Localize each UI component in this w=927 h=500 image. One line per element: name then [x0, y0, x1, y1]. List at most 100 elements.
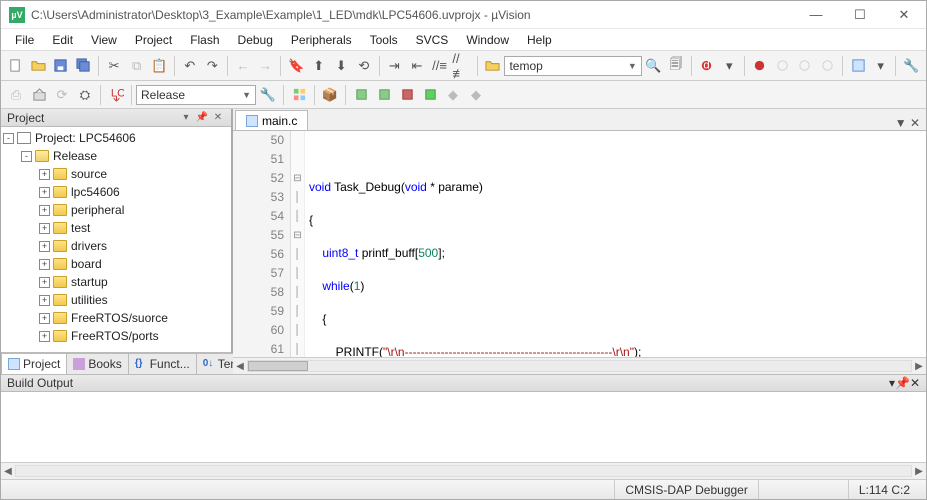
tool4-button[interactable] — [419, 84, 441, 106]
fold-gutter[interactable]: ⊟││⊟│││││││││ — [291, 131, 305, 357]
tree-folder[interactable]: +source — [1, 165, 231, 183]
breakpoint-kill-button[interactable] — [794, 55, 816, 77]
menu-project[interactable]: Project — [127, 31, 180, 49]
bookmark-prev-button[interactable]: ⬆ — [308, 55, 330, 77]
project-pane-header[interactable]: Project ▾ 📌 ✕ — [1, 109, 231, 127]
tree-root[interactable]: - Project: LPC54606 — [1, 129, 231, 147]
pane-pin-button[interactable]: 📌 — [895, 376, 910, 390]
tree-target[interactable]: - Release — [1, 147, 231, 165]
build-output-header[interactable]: Build Output ▾ 📌 ✕ — [1, 374, 926, 392]
indent-button[interactable]: ⇥ — [384, 55, 406, 77]
search-combo[interactable]: temop▼ — [504, 56, 641, 76]
breakpoint-killall-button[interactable] — [817, 55, 839, 77]
tool1-button[interactable] — [350, 84, 372, 106]
tab-project[interactable]: Project — [1, 353, 67, 374]
scroll-left-icon[interactable]: ◀ — [233, 361, 247, 372]
debug-button[interactable]: d — [696, 55, 718, 77]
pane-menu-button[interactable]: ▾ — [179, 111, 193, 125]
editor-hscrollbar[interactable]: ◀ ▶ — [233, 357, 926, 374]
code-editor[interactable]: 505152535455565758596061626364 ⊟││⊟│││││… — [233, 131, 926, 357]
project-tree[interactable]: - Project: LPC54606 - Release +source +l… — [1, 127, 231, 352]
copy-button[interactable]: ⧉ — [126, 55, 148, 77]
tree-folder[interactable]: +startup — [1, 273, 231, 291]
save-button[interactable] — [50, 55, 72, 77]
scroll-right-icon[interactable]: ▶ — [912, 361, 926, 372]
cut-button[interactable]: ✂ — [103, 55, 125, 77]
pane-close-button[interactable]: ✕ — [211, 111, 225, 125]
expand-icon[interactable]: + — [39, 205, 50, 216]
expand-icon[interactable]: + — [39, 313, 50, 324]
manage-rte-button[interactable] — [288, 84, 310, 106]
nav-back-button[interactable]: ← — [232, 55, 254, 77]
tree-folder[interactable]: +utilities — [1, 291, 231, 309]
tree-folder[interactable]: +FreeRTOS/ports — [1, 327, 231, 345]
debug-dropdown[interactable]: ▾ — [718, 55, 740, 77]
configure-button[interactable]: 🔧 — [900, 55, 922, 77]
open-file-button[interactable] — [28, 55, 50, 77]
expand-icon[interactable]: + — [39, 259, 50, 270]
bookmark-next-button[interactable]: ⬇ — [330, 55, 352, 77]
build-output-hscrollbar[interactable]: ◀ ▶ — [1, 462, 926, 479]
bookmark-clear-button[interactable]: ⟲ — [353, 55, 375, 77]
expand-icon[interactable]: + — [39, 169, 50, 180]
menu-view[interactable]: View — [83, 31, 125, 49]
tree-folder[interactable]: +FreeRTOS/suorce — [1, 309, 231, 327]
pane-pin-button[interactable]: 📌 — [195, 111, 209, 125]
tool3-button[interactable] — [396, 84, 418, 106]
build-output-body[interactable] — [1, 392, 926, 462]
scroll-thumb[interactable] — [248, 361, 308, 371]
menu-window[interactable]: Window — [458, 31, 517, 49]
scroll-track[interactable] — [15, 465, 912, 477]
redo-button[interactable]: ↷ — [202, 55, 224, 77]
maximize-button[interactable]: ☐ — [846, 7, 874, 23]
tree-folder[interactable]: +lpc54606 — [1, 183, 231, 201]
tree-folder[interactable]: +board — [1, 255, 231, 273]
find-button[interactable]: 🔍 — [643, 55, 665, 77]
tree-folder[interactable]: +peripheral — [1, 201, 231, 219]
menu-svcs[interactable]: SVCS — [408, 31, 457, 49]
expand-icon[interactable]: + — [39, 223, 50, 234]
expand-icon[interactable]: + — [39, 241, 50, 252]
paste-button[interactable]: 📋 — [148, 55, 170, 77]
uncomment-button[interactable]: //≢ — [451, 55, 473, 77]
expand-icon[interactable]: + — [39, 295, 50, 306]
breakpoint-toggle-button[interactable] — [749, 55, 771, 77]
tab-books[interactable]: Books — [66, 353, 128, 374]
scroll-track[interactable] — [247, 360, 912, 372]
menu-tools[interactable]: Tools — [362, 31, 406, 49]
expand-icon[interactable]: + — [39, 277, 50, 288]
save-all-button[interactable] — [73, 55, 95, 77]
window-layout-button[interactable] — [847, 55, 869, 77]
editor-tab-main[interactable]: main.c — [235, 110, 308, 130]
nav-fwd-button[interactable]: → — [255, 55, 277, 77]
tab-functions[interactable]: {}Funct... — [128, 353, 197, 374]
breakpoint-disable-button[interactable] — [772, 55, 794, 77]
find-in-files-button[interactable]: 🗐 — [665, 55, 687, 77]
scroll-left-icon[interactable]: ◀ — [1, 466, 15, 477]
code-area[interactable]: void Task_Debug(void * parame) { uint8_t… — [305, 131, 926, 357]
minimize-button[interactable]: ― — [802, 7, 830, 23]
scroll-right-icon[interactable]: ▶ — [912, 466, 926, 477]
expand-icon[interactable]: - — [3, 133, 14, 144]
tool2-button[interactable] — [373, 84, 395, 106]
undo-button[interactable]: ↶ — [179, 55, 201, 77]
tree-folder[interactable]: +test — [1, 219, 231, 237]
batch-build-button[interactable]: ⛭ — [74, 84, 96, 106]
menu-peripherals[interactable]: Peripherals — [283, 31, 360, 49]
menu-flash[interactable]: Flash — [182, 31, 227, 49]
new-file-button[interactable] — [5, 55, 27, 77]
expand-icon[interactable]: - — [21, 151, 32, 162]
translate-button[interactable]: ⎙ — [5, 84, 27, 106]
comment-button[interactable]: //≡ — [429, 55, 451, 77]
download-button[interactable]: LOAD — [105, 84, 127, 106]
tree-folder[interactable]: +drivers — [1, 237, 231, 255]
menu-debug[interactable]: Debug — [230, 31, 281, 49]
outdent-button[interactable]: ⇤ — [406, 55, 428, 77]
tool5-button[interactable]: ◆ — [442, 84, 464, 106]
tool6-button[interactable]: ◆ — [465, 84, 487, 106]
select-packs-button[interactable]: 📦 — [319, 84, 341, 106]
menu-edit[interactable]: Edit — [44, 31, 81, 49]
expand-icon[interactable]: + — [39, 187, 50, 198]
menu-help[interactable]: Help — [519, 31, 560, 49]
bookmark-toggle-button[interactable]: 🔖 — [285, 55, 307, 77]
